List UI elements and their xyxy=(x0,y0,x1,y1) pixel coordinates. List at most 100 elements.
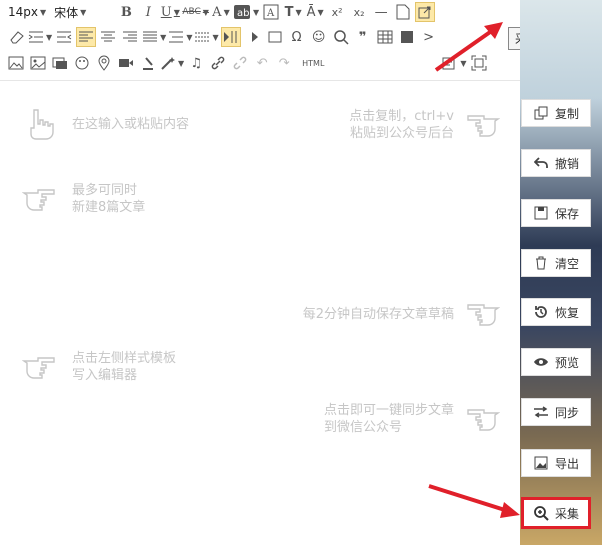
hint-autosave: 每2分钟自动保存文章草稿 xyxy=(250,298,500,330)
background-color-icon[interactable]: ab ▼ xyxy=(233,2,259,22)
svg-text:A: A xyxy=(266,8,275,19)
fullscreen-icon[interactable] xyxy=(469,53,489,73)
eye-icon xyxy=(533,354,549,370)
align-left-icon[interactable] xyxy=(76,27,97,47)
font-size-value: 14px xyxy=(8,5,38,19)
hint-style-template: 点击左侧样式模板 写入编辑器 xyxy=(22,350,176,384)
rtl-direction-icon[interactable] xyxy=(243,27,263,47)
hint-sync: 点击即可一键同步文章 到微信公众号 xyxy=(230,402,500,436)
clear-button[interactable]: 清空 xyxy=(521,249,591,277)
font-style-icon[interactable]: T ▼ xyxy=(283,2,303,22)
toolbar-row-2: ▼ ▼ ▼ ▼ Ω ☺ ❞ > xyxy=(0,25,441,49)
letter-spacing-icon[interactable]: Ā ▼ xyxy=(305,2,325,22)
hint-copy-line1: 点击复制，ctrl+v xyxy=(349,109,454,124)
align-right-icon[interactable] xyxy=(120,27,140,47)
search-replace-icon[interactable] xyxy=(331,27,351,47)
hint-sync-line1: 点击即可一键同步文章 xyxy=(323,403,454,418)
toolbar-row-3: ▼ ♫ ↶ ↷ HTML ▼ xyxy=(0,51,491,75)
sync-label: 同步 xyxy=(554,405,579,420)
edit-mode-icon[interactable]: ▼ xyxy=(442,53,467,73)
magic-wand-icon[interactable]: ▼ xyxy=(160,53,184,73)
palette-icon[interactable] xyxy=(72,53,92,73)
bold-icon[interactable]: B xyxy=(116,2,136,22)
trash-icon xyxy=(533,255,549,271)
frame-icon[interactable] xyxy=(50,53,70,73)
eraser-icon[interactable] xyxy=(6,27,26,47)
outdent-icon[interactable] xyxy=(54,27,74,47)
unlink-icon[interactable] xyxy=(230,53,250,73)
emoji-icon[interactable]: ☺ xyxy=(309,27,329,47)
text-box-icon[interactable]: A xyxy=(261,2,281,22)
editor-toolbar: 14px ▼ 宋体 ▼ B I U ▼ ABC ▼ A ▼ ab ▼ A T ▼ Ā ▼ x² … xyxy=(0,0,520,80)
special-char-icon[interactable]: Ω xyxy=(287,27,307,47)
new-page-icon[interactable] xyxy=(393,2,413,22)
undo-arrow-icon xyxy=(533,155,549,171)
copy-label: 复制 xyxy=(554,106,579,121)
copy-button[interactable]: 复制 xyxy=(521,99,591,127)
hint-input-text: 在这输入或粘贴内容 xyxy=(72,116,190,132)
hand-pointing-right-icon xyxy=(22,189,55,211)
hint-max-text: 最多可同时 新建8篇文章 xyxy=(72,182,145,216)
export-image-icon xyxy=(533,455,549,471)
font-family-select[interactable]: 宋体 ▼ xyxy=(54,4,86,21)
clear-label: 清空 xyxy=(554,256,579,271)
strikethrough-icon[interactable]: ABC ▼ xyxy=(182,2,209,22)
superscript-icon[interactable]: x² xyxy=(327,2,347,22)
font-size-select[interactable]: 14px ▼ xyxy=(8,5,46,19)
redo-icon[interactable]: ↷ xyxy=(274,53,294,73)
hint-max-articles: 最多可同时 新建8篇文章 xyxy=(22,182,145,216)
restore-label: 恢复 xyxy=(554,305,579,320)
save-label: 保存 xyxy=(554,206,579,221)
hint-copy-text: 点击复制，ctrl+v 粘贴到公众号后台 xyxy=(349,108,454,142)
undo-button[interactable]: 撤销 xyxy=(521,149,591,177)
italic-icon[interactable]: I xyxy=(138,2,158,22)
collect-article-icon[interactable] xyxy=(415,2,436,22)
save-button[interactable]: 保存 xyxy=(521,199,591,227)
hint-style-line2: 写入编辑器 xyxy=(72,368,138,383)
hand-pointing-right-icon xyxy=(22,357,55,379)
table-icon[interactable] xyxy=(375,27,395,47)
hint-sync-line2: 到微信公众号 xyxy=(323,420,402,435)
horizontal-rule-icon[interactable]: — xyxy=(371,2,391,22)
svg-text:ab: ab xyxy=(237,8,249,19)
import-icon[interactable] xyxy=(397,27,417,47)
indent-icon[interactable]: ▼ xyxy=(28,27,52,47)
text-wrap-icon[interactable] xyxy=(265,27,285,47)
link-icon[interactable] xyxy=(208,53,228,73)
hand-pointing-left-icon xyxy=(467,409,500,431)
align-center-icon[interactable] xyxy=(98,27,118,47)
image-icon[interactable] xyxy=(6,53,26,73)
ltr-direction-icon[interactable] xyxy=(220,27,241,47)
map-pin-icon[interactable] xyxy=(94,53,114,73)
blockquote-icon[interactable]: ❞ xyxy=(353,27,373,47)
hint-style-text: 点击左侧样式模板 写入编辑器 xyxy=(72,350,176,384)
hand-pointing-left-icon xyxy=(467,304,500,326)
video-icon[interactable] xyxy=(116,53,136,73)
subscript-icon[interactable]: x₂ xyxy=(349,2,369,22)
hint-copy-line2: 粘贴到公众号后台 xyxy=(349,126,454,141)
hint-max-line2: 新建8篇文章 xyxy=(72,200,146,215)
hint-autosave-text: 每2分钟自动保存文章草稿 xyxy=(302,306,454,322)
underline-icon[interactable]: U ▼ xyxy=(160,2,180,22)
undo-icon[interactable]: ↶ xyxy=(252,53,272,73)
collect-label: 采集 xyxy=(554,506,579,521)
music-icon[interactable]: ♫ xyxy=(186,53,206,73)
clear-format-icon[interactable] xyxy=(138,53,158,73)
multi-image-icon[interactable] xyxy=(28,53,48,73)
paragraph-spacing-icon[interactable]: ▼ xyxy=(194,27,219,47)
preview-label: 预览 xyxy=(554,355,579,370)
line-height-icon[interactable]: ▼ xyxy=(168,27,192,47)
more-icon[interactable]: > xyxy=(419,27,439,47)
font-family-value: 宋体 xyxy=(54,5,79,20)
export-label: 导出 xyxy=(554,456,579,471)
align-justify-icon[interactable]: ▼ xyxy=(142,27,166,47)
restore-button[interactable]: 恢复 xyxy=(521,298,591,326)
hand-pointing-left-icon xyxy=(467,115,500,137)
preview-button[interactable]: 预览 xyxy=(521,348,591,376)
font-color-icon[interactable]: A ▼ xyxy=(211,2,231,22)
sync-button[interactable]: 同步 xyxy=(521,398,591,426)
html-label: HTML xyxy=(302,58,325,68)
html-source-button[interactable]: HTML xyxy=(302,53,324,73)
collect-button[interactable]: 采集 xyxy=(521,497,591,529)
export-button[interactable]: 导出 xyxy=(521,449,591,477)
